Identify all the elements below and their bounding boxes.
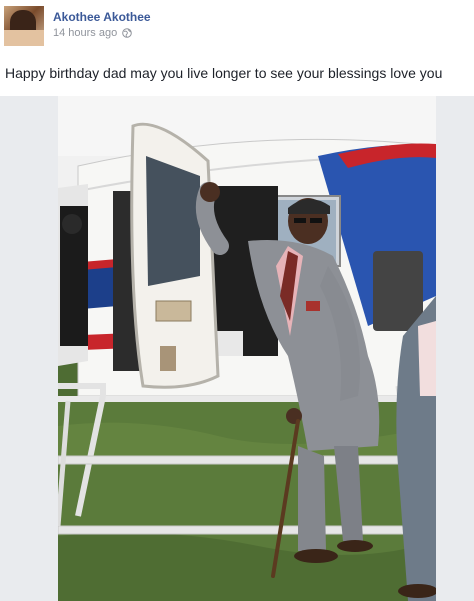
post-message: Happy birthday dad may you live longer t… bbox=[5, 65, 443, 81]
author-name-link[interactable]: Akothee Akothee bbox=[53, 10, 151, 24]
photo-container bbox=[0, 96, 474, 601]
post-header: Akothee Akothee 14 hours ago bbox=[0, 0, 474, 56]
post-timestamp[interactable]: 14 hours ago bbox=[53, 27, 117, 39]
globe-icon[interactable] bbox=[122, 28, 133, 38]
post-photo[interactable] bbox=[58, 96, 436, 601]
post-meta: 14 hours ago bbox=[53, 27, 133, 39]
author-avatar[interactable] bbox=[4, 6, 44, 46]
